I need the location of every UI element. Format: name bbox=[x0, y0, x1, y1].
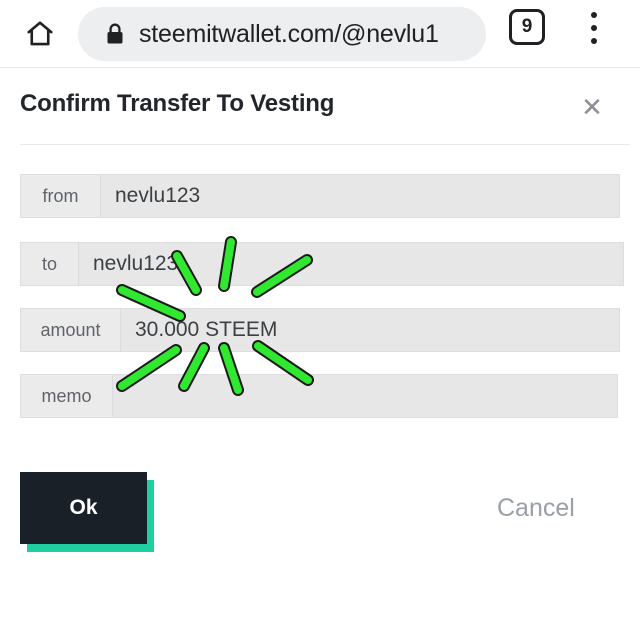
url-text: steemitwallet.com/@nevlu1 bbox=[139, 19, 439, 48]
title-divider bbox=[20, 144, 630, 145]
tab-count-label: 9 bbox=[521, 16, 533, 37]
lock-icon bbox=[105, 22, 125, 46]
menu-dot bbox=[591, 38, 597, 44]
close-icon[interactable]: ✕ bbox=[575, 90, 609, 124]
home-icon[interactable] bbox=[18, 12, 62, 56]
field-label-memo: memo bbox=[21, 375, 113, 417]
field-label-to: to bbox=[21, 243, 79, 285]
field-row-from: from nevlu123 bbox=[20, 174, 620, 218]
field-row-memo: memo bbox=[20, 374, 618, 418]
field-label-from: from bbox=[21, 175, 101, 217]
menu-dot bbox=[591, 12, 597, 18]
confirm-transfer-dialog: Confirm Transfer To Vesting ✕ from nevlu… bbox=[0, 68, 640, 623]
browser-toolbar: steemitwallet.com/@nevlu1 9 bbox=[0, 0, 640, 68]
field-value-amount: 30.000 STEEM bbox=[135, 318, 278, 341]
address-bar[interactable]: steemitwallet.com/@nevlu1 bbox=[78, 7, 486, 61]
overflow-menu-icon[interactable] bbox=[576, 8, 612, 48]
field-value-to: nevlu123 bbox=[93, 252, 179, 275]
field-row-to: to nevlu123 bbox=[20, 242, 624, 286]
field-label-amount: amount bbox=[21, 309, 121, 351]
close-glyph: ✕ bbox=[581, 92, 603, 122]
field-value-from: nevlu123 bbox=[115, 184, 201, 207]
tab-counter-button[interactable]: 9 bbox=[509, 9, 545, 45]
ok-button[interactable]: Ok bbox=[20, 472, 147, 544]
menu-dot bbox=[591, 25, 597, 31]
screen: steemitwallet.com/@nevlu1 9 Confirm Tran… bbox=[0, 0, 640, 623]
dialog-title: Confirm Transfer To Vesting bbox=[20, 90, 335, 117]
field-row-amount: amount 30.000 STEEM bbox=[20, 308, 620, 352]
field-value-memo bbox=[113, 375, 617, 417]
cancel-button[interactable]: Cancel bbox=[497, 494, 575, 523]
